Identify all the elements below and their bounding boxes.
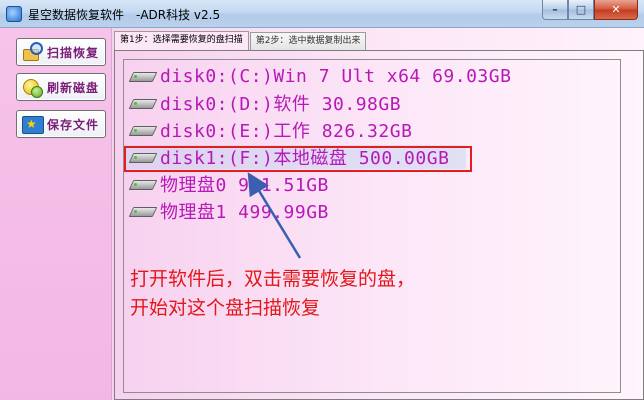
hard-drive-icon (130, 96, 156, 110)
disk-label: disk0:(E:)工作 826.32GB (160, 121, 413, 142)
hard-drive-icon (130, 123, 156, 137)
hard-drive-icon (130, 69, 156, 83)
annotation-line-1: 打开软件后，双击需要恢复的盘， (130, 268, 416, 290)
refresh-disk-button[interactable]: 刷新磁盘 (16, 73, 106, 101)
hard-drive-icon (130, 204, 156, 218)
disk-list: disk0:(C:)Win 7 Ult x64 69.03GB disk0:(D… (123, 59, 621, 393)
save-icon (21, 113, 44, 135)
disk-item[interactable]: 物理盘1 499.99GB (126, 199, 329, 223)
disk-item[interactable]: 物理盘0 931.51GB (126, 172, 329, 196)
tab-step2[interactable]: 第2步：选中数据复制出来 (249, 32, 367, 50)
disk-item[interactable]: disk0:(C:)Win 7 Ult x64 69.03GB (126, 64, 511, 88)
scan-recover-label: 扫描恢复 (47, 45, 100, 60)
title-bar: 星空数据恢复软件 -ADR科技 v2.5 – □ ✕ (0, 0, 644, 28)
sidebar: 扫描恢复 刷新磁盘 保存文件 (0, 28, 112, 400)
save-file-label: 保存文件 (47, 117, 100, 132)
hard-drive-icon (130, 150, 156, 164)
step-tabs: 第1步：选择需要恢复的盘扫描 第2步：选中数据复制出来 (114, 31, 367, 50)
disk-item-selected[interactable]: disk1:(F:)本地磁盘 500.00GB (126, 145, 466, 169)
annotation-line-2: 开始对这个盘扫描恢复 (130, 297, 321, 319)
disk-item[interactable]: disk0:(E:)工作 826.32GB (126, 118, 412, 142)
scan-recover-button[interactable]: 扫描恢复 (16, 38, 106, 66)
refresh-disk-label: 刷新磁盘 (47, 80, 100, 95)
close-button[interactable]: ✕ (594, 0, 638, 20)
disk-label: disk1:(F:)本地磁盘 500.00GB (160, 148, 450, 169)
minimize-button[interactable]: – (542, 0, 568, 20)
disk-label: disk0:(D:)软件 30.98GB (160, 94, 402, 115)
window-title: 星空数据恢复软件 -ADR科技 v2.5 (28, 8, 221, 22)
tab-step1[interactable]: 第1步：选择需要恢复的盘扫描 (114, 31, 249, 50)
disk-label: 物理盘1 499.99GB (160, 202, 329, 223)
hard-drive-icon (130, 177, 156, 191)
disk-label: disk0:(C:)Win 7 Ult x64 69.03GB (160, 65, 512, 87)
save-file-button[interactable]: 保存文件 (16, 110, 106, 138)
disk-item[interactable]: disk0:(D:)软件 30.98GB (126, 91, 401, 115)
maximize-button[interactable]: □ (568, 0, 594, 20)
scan-icon (21, 41, 43, 63)
app-icon (6, 6, 22, 22)
disk-label: 物理盘0 931.51GB (160, 175, 329, 196)
client-area: 扫描恢复 刷新磁盘 保存文件 第1步：选择需要恢复的盘扫描 第2步：选中数据复制… (0, 28, 644, 400)
window-controls: – □ ✕ (542, 0, 638, 20)
refresh-icon (21, 76, 43, 98)
instruction-annotation: 打开软件后，双击需要恢复的盘， 开始对这个盘扫描恢复 (130, 265, 530, 323)
tab-content: disk0:(C:)Win 7 Ult x64 69.03GB disk0:(D… (114, 50, 644, 400)
